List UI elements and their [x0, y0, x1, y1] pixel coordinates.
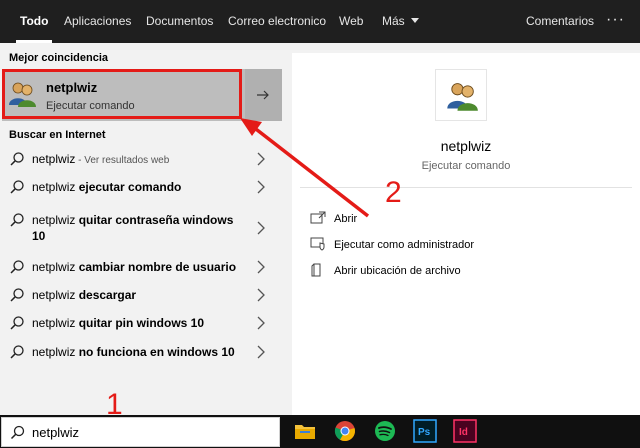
search-input[interactable] — [32, 423, 262, 441]
file-explorer-icon[interactable] — [293, 419, 317, 443]
photoshop-icon[interactable]: Ps — [413, 419, 437, 443]
search-icon — [10, 425, 25, 440]
chrome-icon[interactable] — [333, 419, 357, 443]
annotation-step-2: 2 — [385, 176, 402, 209]
search-box[interactable] — [1, 417, 280, 447]
svg-text:Ps: Ps — [418, 427, 431, 438]
svg-text:Id: Id — [459, 427, 468, 438]
taskbar: Ps Id — [0, 415, 640, 448]
annotation-arrow — [240, 118, 370, 218]
indesign-icon[interactable]: Id — [453, 419, 477, 443]
spotify-icon[interactable] — [373, 419, 397, 443]
